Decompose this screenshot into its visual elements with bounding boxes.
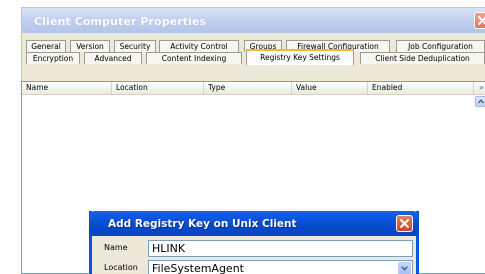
tab-security[interactable]: Security bbox=[114, 40, 156, 52]
dialog-titlebar[interactable]: Add Registry Key on Unix Client bbox=[89, 211, 419, 236]
tab-job-configuration[interactable]: Job Configuration bbox=[396, 40, 485, 52]
location-select[interactable]: FileSystemAgent bbox=[148, 260, 413, 274]
tab-version[interactable]: Version bbox=[70, 40, 110, 52]
add-registry-key-dialog: Add Registry Key on Unix Client Name HLI… bbox=[89, 211, 419, 274]
location-value: FileSystemAgent bbox=[152, 262, 244, 274]
location-label: Location bbox=[104, 263, 138, 272]
list-header: Name Location Type Value Enabled » bbox=[22, 82, 485, 95]
chevron-down-icon bbox=[401, 266, 408, 271]
tab-advanced[interactable]: Advanced bbox=[84, 52, 142, 64]
name-field[interactable]: HLINK bbox=[148, 240, 413, 257]
tab-client-side-deduplication[interactable]: Client Side Deduplication bbox=[360, 52, 485, 64]
column-header-location[interactable]: Location bbox=[112, 82, 204, 94]
tab-general[interactable]: General bbox=[26, 40, 66, 52]
tab-activity-control[interactable]: Activity Control bbox=[159, 40, 239, 52]
tab-content-indexing[interactable]: Content Indexing bbox=[146, 52, 242, 64]
window-title: Client Computer Properties bbox=[34, 15, 207, 28]
screen: Client Computer Properties General Versi… bbox=[0, 0, 485, 274]
scroll-up-button[interactable] bbox=[475, 96, 485, 107]
dialog-close-button[interactable] bbox=[396, 215, 413, 232]
column-header-type[interactable]: Type bbox=[204, 82, 292, 94]
tab-registry-key-settings[interactable]: Registry Key Settings bbox=[246, 49, 354, 65]
column-overflow-chevron-icon[interactable]: » bbox=[477, 83, 485, 93]
dialog-title: Add Registry Key on Unix Client bbox=[108, 218, 297, 230]
location-dropdown-button[interactable] bbox=[398, 262, 411, 274]
column-header-value[interactable]: Value bbox=[292, 82, 368, 94]
column-header-name[interactable]: Name bbox=[22, 82, 112, 94]
close-icon bbox=[478, 16, 485, 25]
close-icon bbox=[400, 219, 409, 228]
name-label: Name bbox=[104, 243, 128, 252]
chevron-up-icon bbox=[478, 99, 484, 104]
window-titlebar[interactable]: Client Computer Properties bbox=[22, 8, 485, 33]
window-close-button[interactable] bbox=[474, 12, 485, 29]
tab-encryption[interactable]: Encryption bbox=[26, 52, 80, 64]
column-header-enabled[interactable]: Enabled bbox=[368, 82, 474, 94]
